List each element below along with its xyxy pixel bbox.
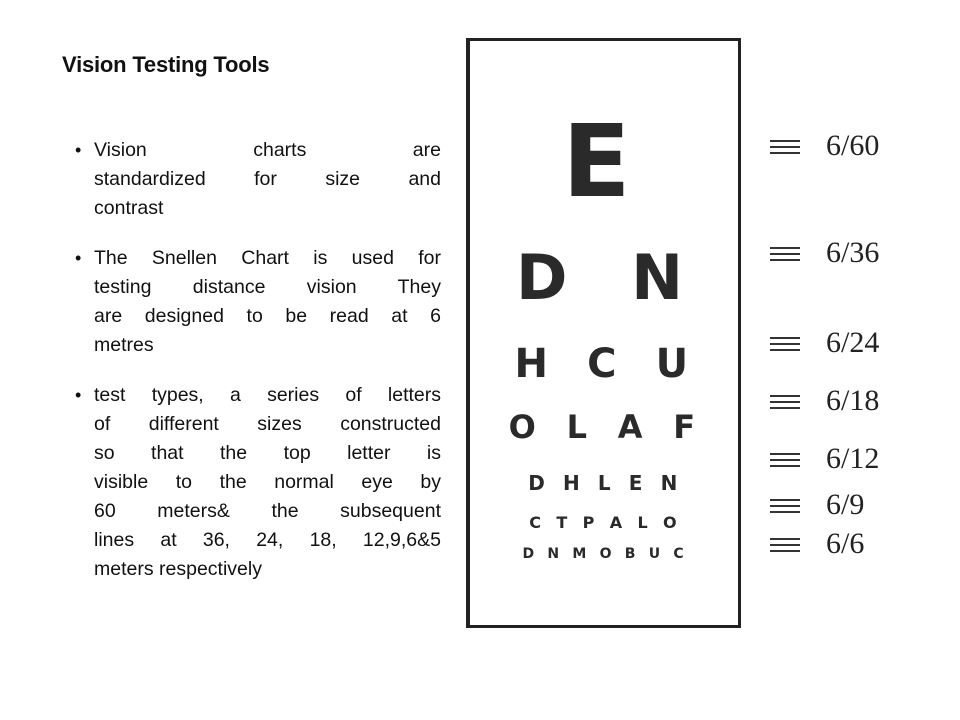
- bullet-text-line: test types, a series of letters: [94, 384, 441, 406]
- acuity-value: 6/60: [826, 129, 880, 162]
- acuity-value: 6/9: [826, 488, 865, 521]
- triple-bar-icon: [770, 247, 800, 265]
- bullet-text-line: visible to the normal eye by: [94, 471, 441, 493]
- chart-row: D N: [516, 241, 692, 314]
- bullet-icon: •: [75, 248, 82, 268]
- bullet-text-line: Vision charts are: [94, 139, 441, 161]
- bullet-text-line: testing distance vision They: [94, 276, 441, 298]
- triple-bar-icon: [770, 140, 800, 158]
- triple-bar-icon: [770, 538, 800, 556]
- acuity-value: 6/36: [826, 236, 880, 269]
- chart-row: H C U: [514, 341, 694, 387]
- triple-bar-icon: [770, 453, 800, 471]
- chart-row: D N M O B U C: [522, 546, 686, 562]
- bullet-text-line: so that the top letter is: [94, 442, 441, 464]
- chart-row: E: [562, 103, 646, 220]
- acuity-value: 6/18: [826, 384, 880, 417]
- bullet-text-line: of different sizes constructed: [94, 413, 441, 435]
- acuity-value: 6/6: [826, 527, 865, 560]
- chart-row: C T P A L O: [529, 513, 679, 532]
- bullet-text-line: contrast: [94, 197, 164, 219]
- bullet-text-line: standardized for size and: [94, 168, 441, 190]
- bullet-list: • Vision charts are standardized for size …: [75, 136, 441, 605]
- chart-row: O L A F: [508, 408, 700, 446]
- bullet-text-line: The Snellen Chart is used for: [94, 247, 441, 269]
- acuity-value: 6/12: [826, 442, 880, 475]
- acuity-value: 6/24: [826, 326, 880, 359]
- bullet-icon: •: [75, 385, 82, 405]
- triple-bar-icon: [770, 499, 800, 517]
- bullet-item: • Vision charts are standardized for size …: [75, 136, 441, 223]
- bullet-text-line: lines at 36, 24, 18, 12,9,6&5: [94, 529, 441, 551]
- triple-bar-icon: [770, 337, 800, 355]
- chart-row: D H L E N: [528, 471, 680, 495]
- bullet-text-line: 60 meters& the subsequent: [94, 500, 441, 522]
- bullet-text-line: are designed to be read at 6: [94, 305, 441, 327]
- slide-title: Vision Testing Tools: [62, 52, 270, 77]
- bullet-icon: •: [75, 140, 82, 160]
- bullet-text-line: meters respectively: [94, 558, 262, 580]
- bullet-text-line: metres: [94, 334, 154, 356]
- bullet-item: • The Snellen Chart is used for testing di…: [75, 244, 441, 360]
- triple-bar-icon: [770, 395, 800, 413]
- snellen-chart: E D N H C U O L A F D H L E N C T P A L O D N …: [466, 38, 741, 628]
- bullet-item: • test types, a series of letters of diffe…: [75, 381, 441, 584]
